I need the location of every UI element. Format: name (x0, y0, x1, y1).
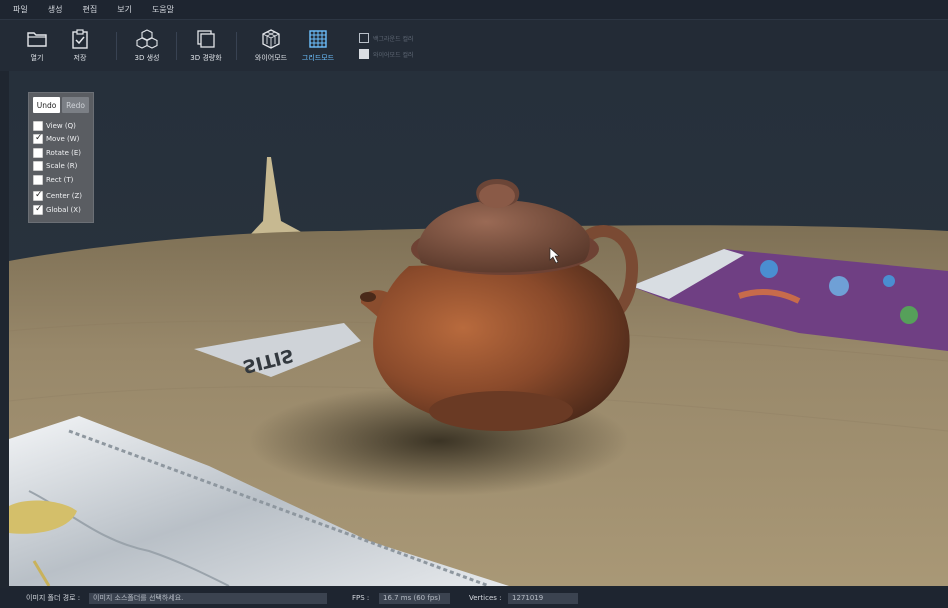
fps-value: 16.7 ms (60 fps) (379, 592, 450, 604)
global-label: Global (X) (46, 205, 81, 214)
scale-label: Scale (R) (46, 162, 78, 171)
wireframe-color-swatch[interactable] (359, 49, 369, 59)
center-label: Center (Z) (46, 192, 83, 201)
center-checkbox[interactable] (33, 190, 43, 202)
option-global[interactable]: Global (X) (33, 203, 89, 217)
transform-tool-panel: Undo Redo View (Q) Move (W) Rotate (E) S… (28, 92, 94, 223)
folder-path-label: 이미지 폴더 경로 : (26, 594, 81, 602)
scene-render: SITIS (9, 71, 948, 586)
status-bar: 이미지 폴더 경로 : 이미지 소스폴더를 선택하세요. FPS : 16.7 … (0, 588, 948, 608)
grid-mode-button[interactable]: 그리드모드 (292, 28, 344, 68)
wireframe-color-option[interactable]: 와이어모드 컬러 (359, 49, 414, 59)
scale-checkbox[interactable] (33, 161, 43, 172)
fps-label: FPS : (352, 594, 370, 602)
vertices-value: 1271019 (508, 592, 578, 604)
toolbar-divider (116, 32, 117, 60)
background-color-label: 백그라운드 컬러 (373, 35, 414, 43)
folder-icon (26, 28, 48, 50)
menu-generate[interactable]: 생성 (45, 4, 66, 15)
3d-viewport[interactable]: SITIS (9, 71, 948, 586)
app-window: 파일 생성 편집 보기 도움말 열기 저장 3D 생성 3D 경량화 와이어모드… (0, 0, 948, 608)
rotate-label: Rotate (E) (46, 148, 82, 157)
background-color-checkbox[interactable] (359, 33, 369, 43)
menu-edit[interactable]: 편집 (79, 4, 100, 15)
option-rect[interactable]: Rect (T) (33, 173, 89, 187)
menu-file[interactable]: 파일 (10, 4, 31, 15)
save-button[interactable]: 저장 (54, 28, 106, 68)
wireframe-mode-button[interactable]: 와이어모드 (245, 28, 297, 68)
generate-3d-label: 3D 생성 (134, 54, 160, 62)
option-scale[interactable]: Scale (R) (33, 160, 89, 174)
wireframe-cube-icon (260, 28, 282, 50)
clipboard-check-icon (69, 28, 91, 50)
move-label: Move (W) (46, 135, 80, 144)
wireframe-color-label: 와이어모드 컬러 (373, 51, 414, 59)
cubes-icon (136, 28, 158, 50)
global-checkbox[interactable] (33, 204, 43, 215)
undo-button[interactable]: Undo (33, 97, 60, 113)
rect-label: Rect (T) (46, 175, 74, 184)
option-move[interactable]: Move (W) (33, 133, 89, 147)
generate-3d-button[interactable]: 3D 생성 (121, 28, 173, 68)
save-label: 저장 (73, 54, 87, 62)
menubar: 파일 생성 편집 보기 도움말 (0, 0, 948, 19)
grid-icon (307, 28, 329, 50)
option-center[interactable]: Center (Z) (33, 190, 89, 204)
undo-redo-row: Undo Redo (33, 97, 89, 113)
grid-mode-label: 그리드모드 (301, 54, 335, 62)
lightweight-3d-button[interactable]: 3D 경량화 (180, 28, 232, 68)
toolbar-divider (176, 32, 177, 60)
folder-path-field[interactable]: 이미지 소스폴더를 선택하세요. (89, 592, 327, 604)
option-rotate[interactable]: Rotate (E) (33, 146, 89, 160)
toolbar-divider (236, 32, 237, 60)
wireframe-mode-label: 와이어모드 (254, 54, 288, 62)
rect-checkbox[interactable] (33, 174, 43, 185)
view-checkbox[interactable] (33, 120, 43, 131)
background-color-option[interactable]: 백그라운드 컬러 (359, 33, 414, 43)
vertices-label: Vertices : (469, 594, 502, 602)
menu-help[interactable]: 도움말 (149, 4, 177, 15)
lightweight-3d-label: 3D 경량화 (190, 54, 222, 62)
rotate-checkbox[interactable] (33, 147, 43, 158)
toolbar: 열기 저장 3D 생성 3D 경량화 와이어모드 그리드모드 백그라운드 컬러 … (0, 19, 948, 71)
view-label: View (Q) (46, 121, 76, 130)
move-checkbox[interactable] (33, 133, 43, 145)
layers-icon (195, 28, 217, 50)
redo-button[interactable]: Redo (62, 97, 89, 113)
menu-view[interactable]: 보기 (114, 4, 135, 15)
option-view[interactable]: View (Q) (33, 119, 89, 133)
open-label: 열기 (30, 54, 44, 62)
